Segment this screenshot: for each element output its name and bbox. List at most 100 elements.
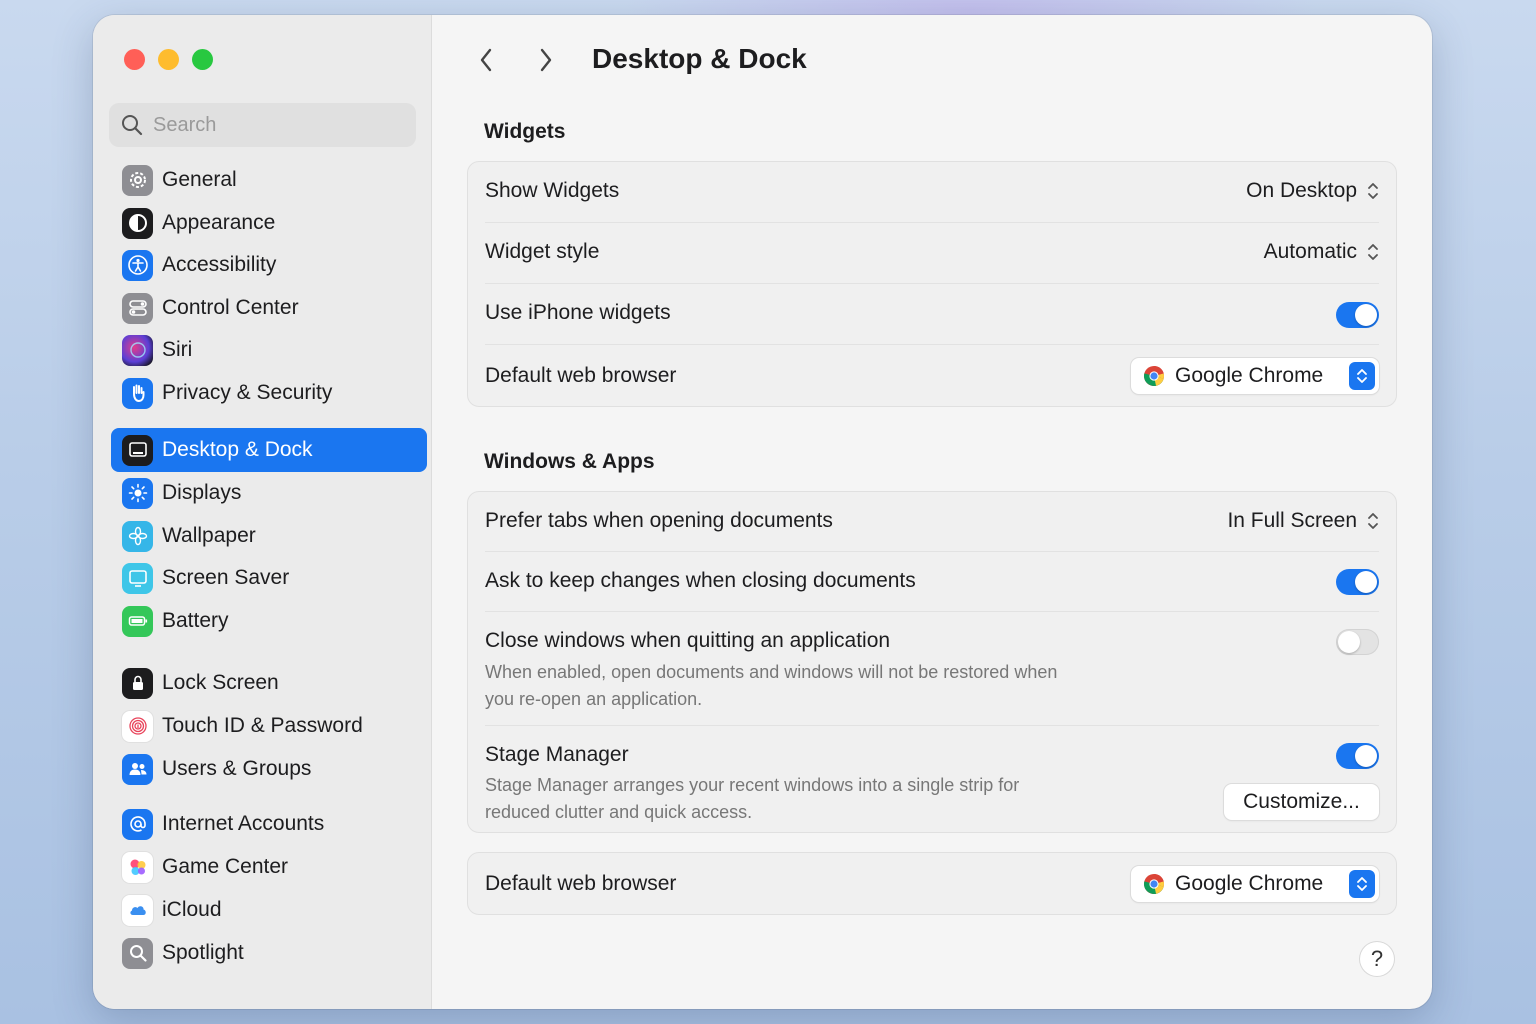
bottom-default-browser-value: Google Chrome [1175, 872, 1324, 895]
stage-manager-toggle[interactable] [1336, 743, 1379, 769]
screen-saver-icon [122, 562, 153, 594]
sidebar-item-control-center[interactable]: Control Center [111, 286, 427, 330]
sidebar-item-accessibility[interactable]: Accessibility [111, 243, 427, 287]
bottom-default-browser-label: Default web browser [485, 872, 677, 895]
default-browser-value: Google Chrome [1175, 364, 1324, 387]
customize-button[interactable]: Customize... [1224, 784, 1379, 820]
back-button[interactable] [471, 43, 501, 77]
sidebar-item-icloud[interactable]: iCloud [111, 888, 427, 932]
sidebar-item-users-groups[interactable]: Users & Groups [111, 747, 427, 791]
windows-apps-group: Prefer tabs when opening documents In Fu… [467, 491, 1397, 833]
sidebar-item-wallpaper[interactable]: Wallpaper [111, 514, 427, 558]
sidebar-item-label: Battery [162, 609, 229, 632]
toggle-knob [1338, 631, 1360, 653]
close-windows-row: Close windows when quitting an applicati… [485, 612, 1379, 726]
control-center-icon [122, 292, 153, 324]
close-windows-description-line-2: you re-open an application. [485, 689, 703, 709]
displays-icon [122, 477, 153, 509]
widget-style-label: Widget style [485, 240, 600, 263]
toggle-knob [1355, 745, 1377, 767]
ask-keep-changes-toggle[interactable] [1336, 569, 1379, 595]
sidebar-item-displays[interactable]: Displays [111, 471, 427, 515]
sidebar-item-label: Touch ID & Password [162, 714, 363, 737]
default-browser-label: Default web browser [485, 364, 677, 387]
chevron-updown-icon [1368, 183, 1378, 199]
iphone-widgets-toggle[interactable] [1336, 302, 1379, 328]
wallpaper-icon [122, 520, 153, 552]
forward-button[interactable] [531, 43, 561, 77]
sidebar-item-label: Displays [162, 481, 242, 504]
help-button[interactable]: ? [1360, 942, 1394, 976]
chevron-updown-icon [1357, 369, 1367, 383]
prefer-tabs-value: In Full Screen [1227, 509, 1357, 532]
stage-manager-description-line-2: reduced clutter and quick access. [485, 802, 753, 822]
sidebar-item-desktop-dock[interactable]: Desktop & Dock [111, 428, 427, 472]
prefer-tabs-label: Prefer tabs when opening documents [485, 509, 833, 532]
chevron-updown-icon [1368, 244, 1378, 260]
iphone-widgets-label: Use iPhone widgets [485, 301, 671, 324]
window-controls [124, 49, 213, 70]
sidebar-item-label: Siri [162, 338, 193, 361]
iphone-widgets-row: Use iPhone widgets [485, 284, 1379, 345]
sidebar-item-screen-saver[interactable]: Screen Saver [111, 556, 427, 600]
sidebar-item-lock-screen[interactable]: Lock Screen [111, 661, 427, 705]
bottom-default-browser-popup[interactable]: Google Chrome [1131, 866, 1379, 902]
bottom-default-browser-row: Default web browser Google Chrome [485, 853, 1379, 914]
show-widgets-popup[interactable]: On Desktop [1246, 179, 1379, 203]
close-windows-toggle[interactable] [1336, 629, 1379, 655]
zoom-window-button[interactable] [192, 49, 213, 70]
chevron-right-icon [540, 48, 552, 72]
ask-keep-changes-label: Ask to keep changes when closing documen… [485, 569, 916, 592]
sidebar-item-label: Internet Accounts [162, 812, 325, 835]
search-input[interactable] [153, 113, 393, 137]
sidebar-item-label: iCloud [162, 898, 222, 921]
sidebar-item-privacy-security[interactable]: Privacy & Security [111, 371, 427, 415]
sidebar-item-label: Accessibility [162, 253, 277, 276]
siri-icon [122, 334, 153, 366]
sidebar-item-label: Game Center [162, 855, 289, 878]
chevron-updown-icon [1357, 877, 1367, 891]
search-field[interactable] [109, 103, 416, 147]
chevron-left-icon [480, 48, 492, 72]
widget-style-value: Automatic [1263, 240, 1357, 263]
sidebar-item-general[interactable]: General [111, 158, 427, 202]
appearance-icon [122, 207, 153, 239]
toggle-knob [1355, 571, 1377, 593]
sidebar-item-appearance[interactable]: Appearance [111, 201, 427, 245]
spotlight-icon [122, 937, 153, 969]
desktop-dock-icon [122, 434, 153, 466]
sidebar-item-battery[interactable]: Battery [111, 599, 427, 643]
accessibility-icon [122, 249, 153, 281]
browser-stepper [1349, 870, 1375, 898]
sidebar-item-label: Screen Saver [162, 566, 290, 589]
sidebar-item-touch-id[interactable]: Touch ID & Password [111, 704, 427, 748]
settings-window: General Appearance Accessibility Control… [93, 15, 1432, 1009]
show-widgets-label: Show Widgets [485, 179, 620, 202]
sidebar-item-label: General [162, 168, 237, 191]
minimize-window-button[interactable] [158, 49, 179, 70]
widgets-group: Show Widgets On Desktop Widget style Aut… [467, 161, 1397, 407]
page-title: Desktop & Dock [592, 43, 807, 74]
close-windows-description-line-1: When enabled, open documents and windows… [485, 662, 1058, 682]
ask-keep-changes-row: Ask to keep changes when closing documen… [485, 552, 1379, 612]
widget-style-popup[interactable]: Automatic [1264, 240, 1379, 264]
sidebar-item-internet-accounts[interactable]: Internet Accounts [111, 802, 427, 846]
chrome-icon [1143, 874, 1165, 895]
icloud-icon [122, 894, 153, 926]
sidebar: General Appearance Accessibility Control… [93, 15, 432, 1009]
windows-apps-section-title: Windows & Apps [484, 450, 655, 473]
sidebar-item-label: Lock Screen [162, 671, 279, 694]
hand-icon [122, 377, 153, 409]
prefer-tabs-popup[interactable]: In Full Screen [1227, 509, 1379, 533]
sidebar-item-label: Appearance [162, 211, 276, 234]
default-browser-popup[interactable]: Google Chrome [1131, 358, 1379, 394]
sidebar-item-siri[interactable]: Siri [111, 328, 427, 372]
close-window-button[interactable] [124, 49, 145, 70]
sidebar-item-label: Spotlight [162, 941, 244, 964]
main-content: Desktop & Dock Widgets Show Widgets On D… [433, 15, 1432, 1009]
gear-icon [122, 164, 153, 196]
browser-stepper [1349, 362, 1375, 390]
sidebar-item-game-center[interactable]: Game Center [111, 845, 427, 889]
stage-manager-row: Stage Manager Stage Manager arranges you… [485, 726, 1379, 832]
sidebar-item-spotlight[interactable]: Spotlight [111, 931, 427, 975]
